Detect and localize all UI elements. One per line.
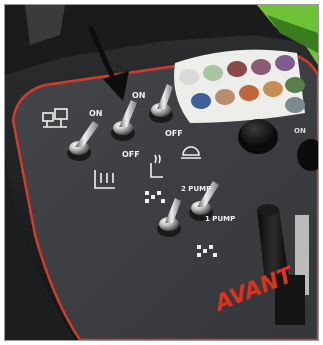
control-panel-photo: ON ON ON OFF OFF 2 PUMP 1 PUMP AVANT xyxy=(5,5,318,340)
left-switch-on-label: ON xyxy=(89,109,103,118)
indicator-light xyxy=(227,61,247,77)
indicator-light xyxy=(263,81,283,97)
indicator-light xyxy=(215,89,235,105)
middle-switch-off-label: OFF xyxy=(122,150,140,159)
lever-top xyxy=(257,204,279,216)
indicator-light xyxy=(239,85,259,101)
indicator-light xyxy=(275,55,295,71)
middle-switch-on-label: ON xyxy=(132,91,146,100)
right-switch-off-label: OFF xyxy=(165,129,183,138)
side-label: ON xyxy=(294,127,306,135)
indicator-light xyxy=(203,65,223,81)
two-pump-label: 2 PUMP xyxy=(181,185,211,193)
indicator-light xyxy=(191,93,211,109)
indicator-light xyxy=(285,97,305,113)
photo-frame: ON ON ON OFF OFF 2 PUMP 1 PUMP AVANT xyxy=(4,4,319,341)
indicator-light xyxy=(285,77,305,93)
round-button[interactable] xyxy=(241,119,275,147)
indicator-light xyxy=(251,59,271,75)
indicator-light xyxy=(179,69,199,85)
one-pump-label: 1 PUMP xyxy=(205,215,235,223)
